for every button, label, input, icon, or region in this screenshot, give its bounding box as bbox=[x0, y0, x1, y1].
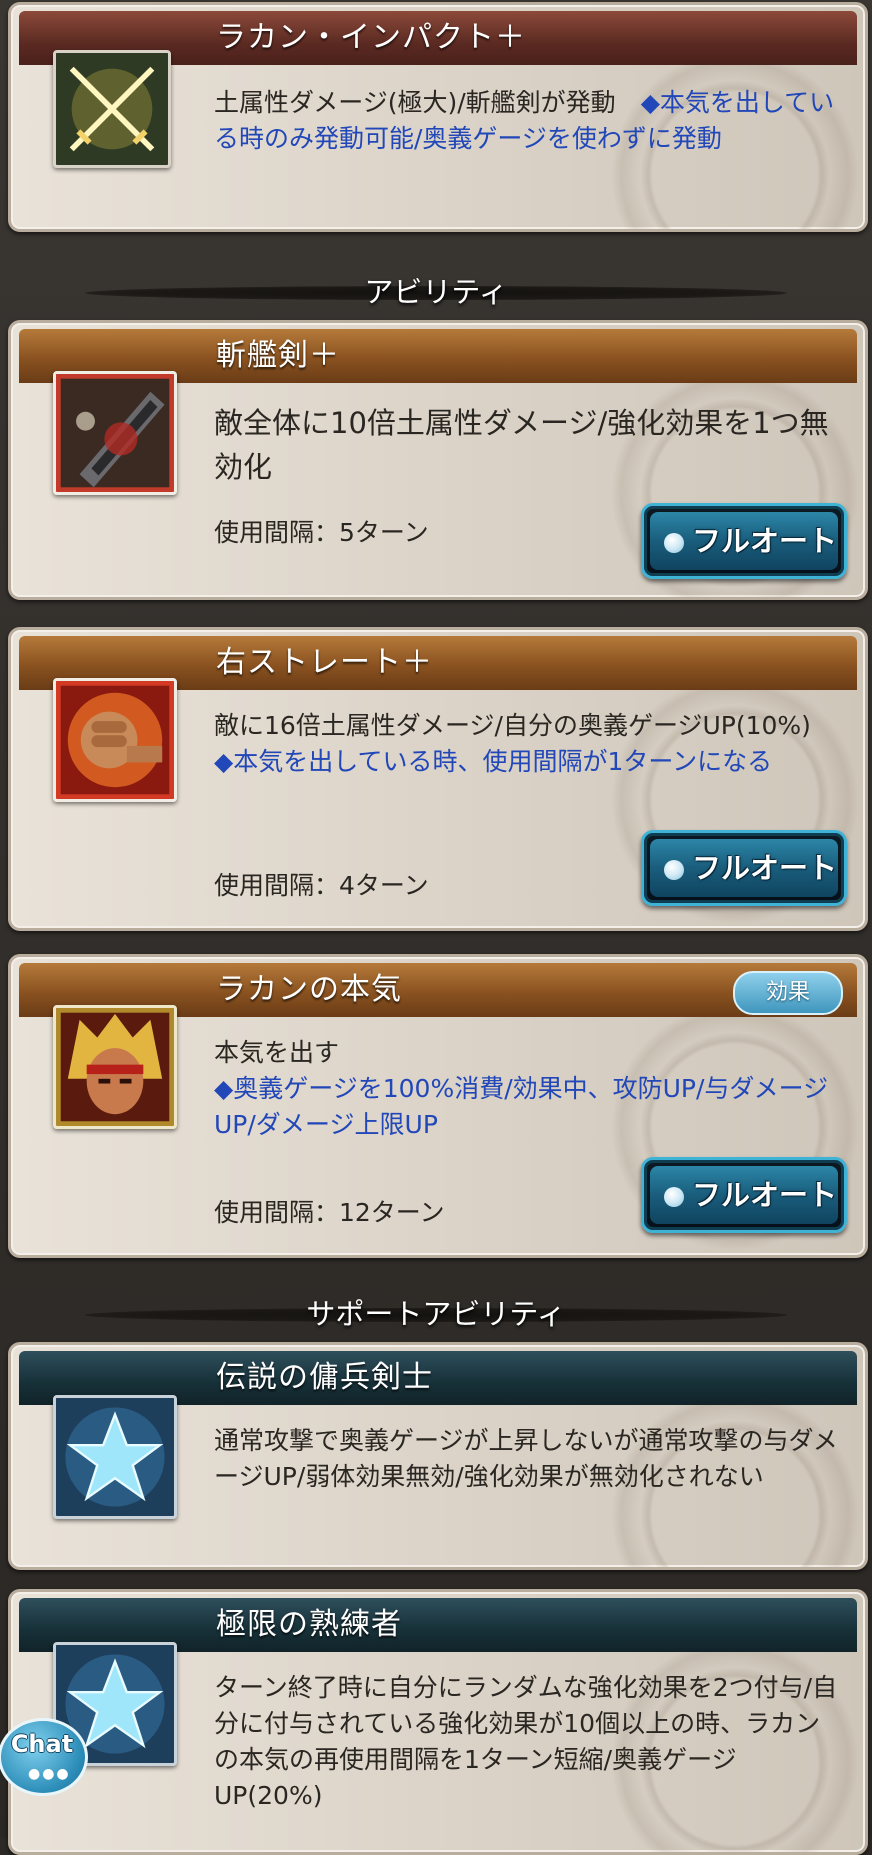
section-support-label: サポートアビリティ bbox=[306, 1297, 566, 1331]
ability-description: 本気を出す ◆奥義ゲージを100%消費/効果中、攻防UP/与ダメージUP/ダメー… bbox=[214, 1035, 841, 1143]
giant-sword-icon[interactable] bbox=[53, 371, 177, 495]
chat-dots-icon: ●●● bbox=[28, 1766, 71, 1782]
ability-desc-main: 敵全体に10倍土属性ダメージ/強化効果を1つ無効化 bbox=[214, 406, 829, 484]
ability-title: 右ストレート＋ bbox=[216, 645, 433, 680]
ability-desc-note: ◆本気を出している時、使用間隔が1ターンになる bbox=[214, 747, 773, 776]
star-icon bbox=[53, 1395, 177, 1519]
ability-desc-note: ◆奥義ゲージを100%消費/効果中、攻防UP/与ダメージUP/ダメージ上限UP bbox=[214, 1074, 829, 1139]
support-description: ターン終了時に自分にランダムな強化効果を2つ付与/自分に付与されている強化効果が… bbox=[214, 1673, 838, 1810]
support-title: 極限の熟練者 bbox=[216, 1607, 402, 1642]
support-description: 通常攻撃で奥義ゲージが上昇しないが通常攻撃の与ダメージUP/弱体効果無効/強化効… bbox=[214, 1426, 838, 1491]
full-auto-button[interactable]: フルオート bbox=[641, 1157, 847, 1233]
full-auto-label: フルオート bbox=[692, 851, 838, 885]
button-face: フルオート bbox=[650, 512, 838, 570]
ability-title: 斬艦剣＋ bbox=[216, 338, 340, 373]
ability-card-1: 斬艦剣＋ 敵全体に10倍土属性ダメージ/強化効果を1つ無効化 使用間隔：5ターン… bbox=[8, 320, 868, 600]
ougi-card: ラカン・インパクト＋ 土属性ダメージ(極大)/斬艦剣が発動 ◆本気を出している時… bbox=[8, 2, 868, 232]
chat-label: Chat bbox=[10, 1730, 74, 1758]
support-card-2: 極限の熟練者 ターン終了時に自分にランダムな強化効果を2つ付与/自分に付与されて… bbox=[8, 1589, 868, 1855]
full-auto-button[interactable]: フルオート bbox=[641, 830, 847, 906]
ability-card-3: ラカンの本気 効果 本気を出す ◆奥義ゲージを100%消費/効果中、攻防UP/与… bbox=[8, 954, 868, 1258]
ability-title: ラカンの本気 bbox=[216, 972, 402, 1007]
button-face: フルオート bbox=[650, 1166, 838, 1224]
fist-punch-icon[interactable] bbox=[53, 678, 177, 802]
indicator-dot-icon bbox=[664, 860, 684, 880]
ability-cooldown: 使用間隔：4ターン bbox=[214, 871, 429, 900]
ability-cooldown: 使用間隔：5ターン bbox=[214, 518, 429, 547]
button-face: フルオート bbox=[650, 839, 838, 897]
full-auto-button[interactable]: フルオート bbox=[641, 503, 847, 579]
ougi-desc-main: 土属性ダメージ(極大)/斬艦剣が発動 bbox=[214, 88, 641, 117]
rakan-portrait-icon[interactable] bbox=[53, 1005, 177, 1129]
ougi-description: 土属性ダメージ(極大)/斬艦剣が発動 ◆本気を出している時のみ発動可能/奥義ゲー… bbox=[214, 85, 841, 157]
ability-cooldown: 使用間隔：12ターン bbox=[214, 1198, 445, 1227]
ability-card-2: 右ストレート＋ 敵に16倍土属性ダメージ/自分の奥義ゲージUP(10%) ◆本気… bbox=[8, 627, 868, 931]
full-auto-label: フルオート bbox=[692, 1178, 838, 1212]
effect-badge-button[interactable]: 効果 bbox=[733, 971, 843, 1015]
section-ability-label: アビリティ bbox=[364, 275, 508, 309]
section-support: サポートアビリティ bbox=[0, 1284, 872, 1344]
ability-desc-main: 本気を出す bbox=[214, 1038, 340, 1067]
crossed-swords-icon bbox=[53, 50, 171, 168]
ability-desc-main: 敵に16倍土属性ダメージ/自分の奥義ゲージUP(10%) bbox=[214, 711, 836, 740]
chat-button[interactable]: Chat ●●● bbox=[0, 1718, 88, 1798]
indicator-dot-icon bbox=[664, 533, 684, 553]
section-ability: アビリティ bbox=[0, 262, 872, 322]
support-card-1: 伝説の傭兵剣士 通常攻撃で奥義ゲージが上昇しないが通常攻撃の与ダメージUP/弱体… bbox=[8, 1342, 868, 1570]
ougi-title: ラカン・インパクト＋ bbox=[216, 20, 526, 55]
ability-description: 敵に16倍土属性ダメージ/自分の奥義ゲージUP(10%) ◆本気を出している時、… bbox=[214, 708, 841, 780]
full-auto-label: フルオート bbox=[692, 524, 838, 558]
ability-description: 敵全体に10倍土属性ダメージ/強化効果を1つ無効化 bbox=[214, 401, 841, 489]
support-title: 伝説の傭兵剣士 bbox=[216, 1360, 433, 1395]
indicator-dot-icon bbox=[664, 1187, 684, 1207]
